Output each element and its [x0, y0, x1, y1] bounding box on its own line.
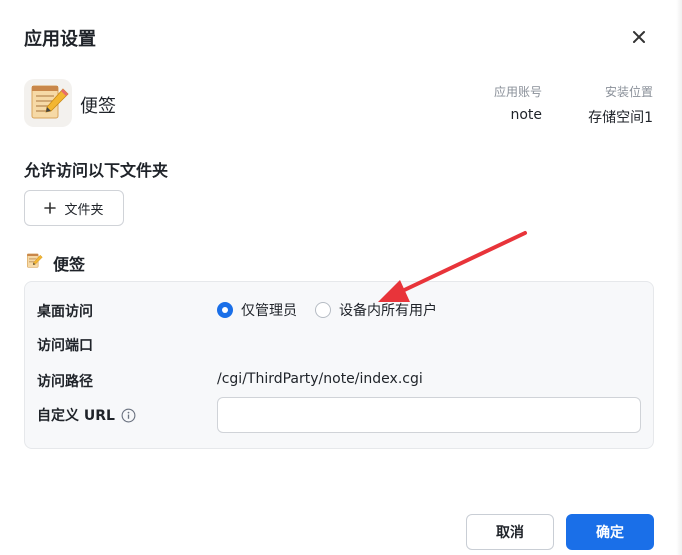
sub-section-title: 便签: [53, 255, 86, 274]
desktop-access-label: 桌面访问: [37, 304, 93, 320]
custom-url-label: 自定义 URL: [37, 408, 115, 424]
dialog-edge-shadow: [676, 0, 682, 555]
install-location-value: 存储空间1: [588, 110, 653, 126]
install-location-label: 安装位置: [604, 85, 653, 99]
cancel-button[interactable]: 取消: [466, 514, 554, 550]
add-folder-button[interactable]: 文件夹: [24, 190, 124, 226]
annotation-arrow: [378, 231, 527, 302]
info-circle-icon[interactable]: [121, 408, 136, 423]
plus-icon: [44, 202, 57, 214]
radio-admin-only-dot[interactable]: [217, 302, 233, 318]
sub-section-app-icon: [24, 251, 44, 271]
app-settings-dialog: 应用设置 便签 应用账号 note 安装位置 存储空间1 允许访问以下文件夹 文…: [0, 0, 682, 555]
folders-section-title: 允许访问以下文件夹: [24, 161, 169, 180]
install-location: 安装位置 存储空间1: [588, 83, 653, 127]
add-folder-label: 文件夹: [64, 202, 104, 218]
desktop-access-radio-group: 仅管理员 设备内所有用户: [217, 300, 437, 320]
access-path-value: /cgi/ThirdParty/note/index.cgi: [217, 371, 423, 387]
custom-url-input[interactable]: [217, 397, 641, 433]
close-icon: [633, 31, 645, 43]
app-icon: [24, 79, 72, 127]
dialog-title: 应用设置: [24, 29, 96, 50]
radio-all-users-dot[interactable]: [315, 302, 331, 318]
app-account: 应用账号 note: [494, 83, 542, 123]
access-port-label: 访问端口: [37, 338, 93, 354]
app-account-label: 应用账号: [493, 85, 542, 99]
access-settings-panel: 桌面访问 仅管理员 设备内所有用户 访问端口 访问路径 /cgi/ThirdPa…: [24, 281, 654, 449]
app-name: 便签: [80, 96, 116, 117]
custom-url-label-row: 自定义 URL: [37, 405, 136, 425]
radio-all-users-label: 设备内所有用户: [339, 303, 437, 319]
access-path-label: 访问路径: [37, 374, 93, 390]
notepad-pencil-icon: [31, 85, 69, 119]
close-button[interactable]: [628, 26, 650, 48]
radio-all-users[interactable]: 设备内所有用户: [315, 300, 437, 320]
notepad-pencil-icon: [27, 253, 43, 268]
radio-admin-only-label: 仅管理员: [241, 303, 297, 319]
radio-admin-only[interactable]: 仅管理员: [217, 300, 297, 320]
app-account-value: note: [510, 107, 542, 123]
confirm-button[interactable]: 确定: [566, 514, 654, 550]
